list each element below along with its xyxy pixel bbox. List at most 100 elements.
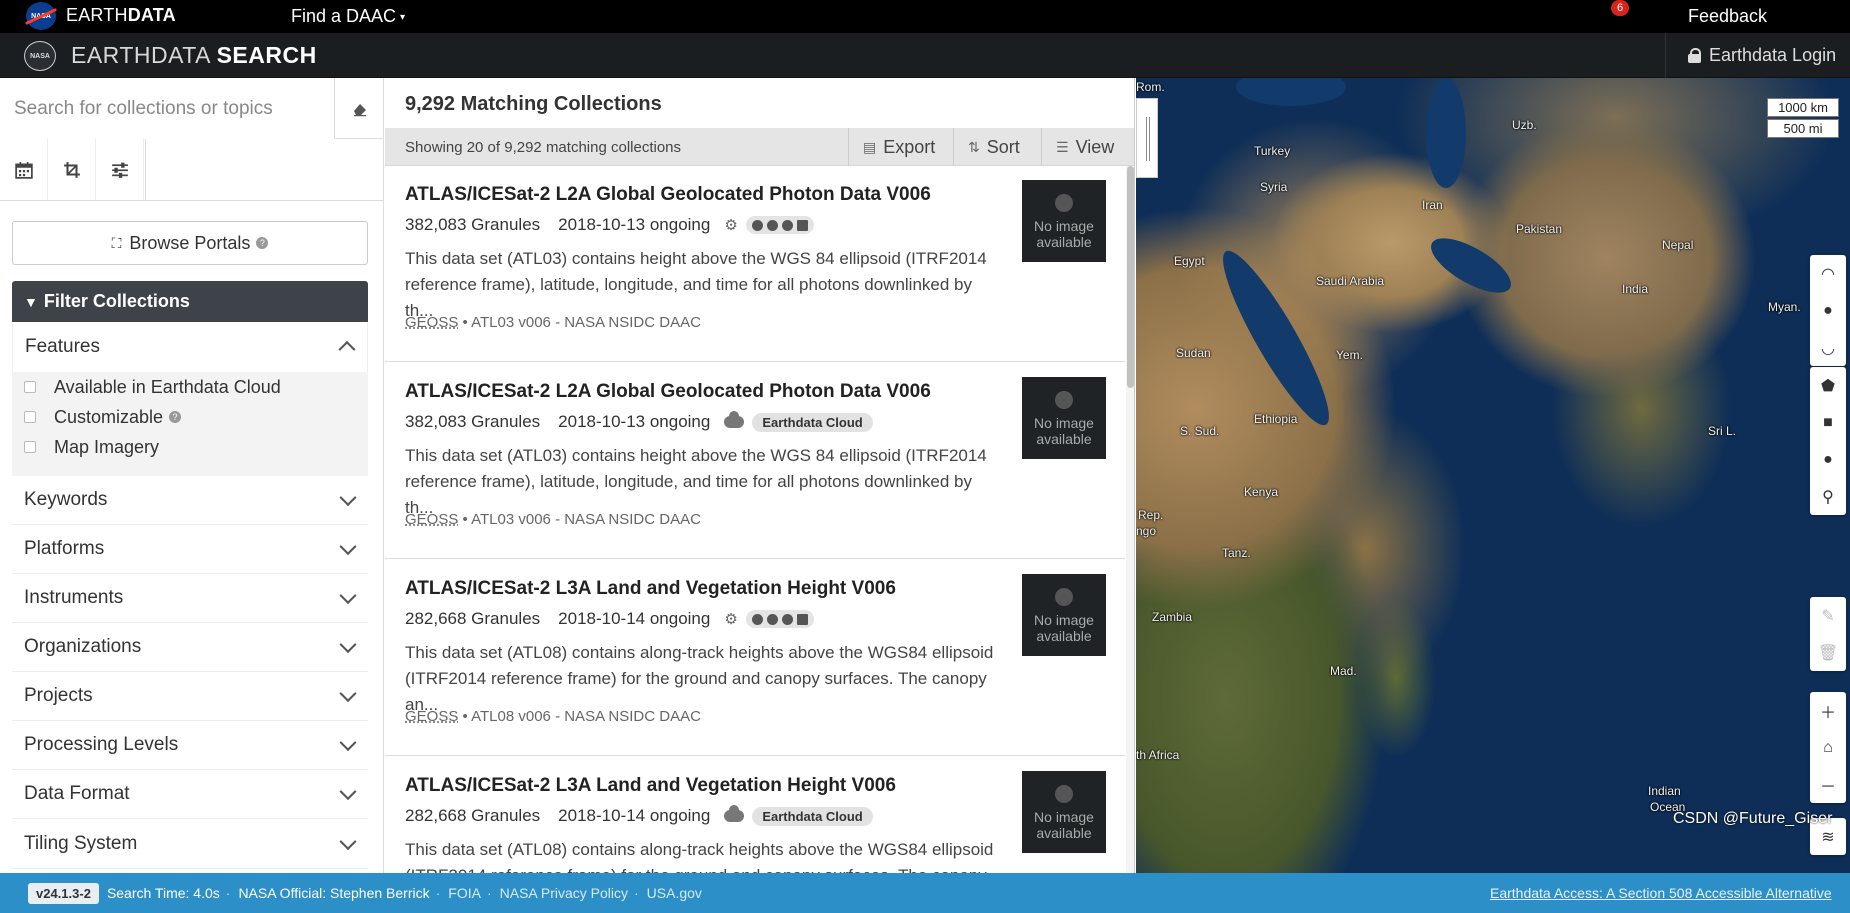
map-view[interactable]: Rom. Uzb. Turkey Syria Iran Pakistan Nep… [1136, 78, 1850, 873]
facet-projects[interactable]: Projects [12, 672, 368, 721]
app-title[interactable]: EARTHDATA SEARCH [71, 42, 317, 69]
collection-meta: 382,083 Granules 2018-10-13 ongoing ⚙ [405, 215, 814, 235]
collection-title[interactable]: ATLAS/ICESat-2 L3A Land and Vegetation H… [405, 775, 896, 797]
collection-footer: GEOSS • ATL08 v006 - NASA NSIDC DAAC [405, 708, 701, 725]
search-input[interactable] [0, 78, 335, 139]
file-icon [796, 219, 808, 231]
calendar-icon[interactable] [0, 139, 48, 200]
filter-collections-header: ▼ Filter Collections [12, 281, 368, 322]
circle-icon[interactable]: ● [1810, 441, 1846, 478]
earthdata-login-button[interactable]: Earthdata Login [1665, 33, 1850, 78]
eraser-icon[interactable] [336, 78, 383, 139]
help-icon[interactable]: ? [256, 237, 269, 249]
feature-map-imagery[interactable]: Map Imagery [24, 432, 159, 462]
zoom-in-icon[interactable]: ＋ [1810, 692, 1846, 729]
results-scrollbar[interactable] [1126, 166, 1134, 873]
geographic-globe-icon[interactable]: ● [1810, 292, 1846, 329]
map-marker-icon[interactable]: ⚲ [1810, 478, 1846, 515]
facet-instruments[interactable]: Instruments [12, 574, 368, 623]
facet-label: Instruments [24, 587, 124, 608]
panel-resize-handle[interactable] [1136, 98, 1158, 178]
facet-data-format[interactable]: Data Format [12, 770, 368, 819]
sliders-icon[interactable] [96, 139, 144, 200]
collection-title[interactable]: ATLAS/ICESat-2 L2A Global Geolocated Pho… [405, 184, 931, 206]
edit-controls: ✎ 🗑 [1810, 597, 1846, 671]
collection-thumbnail: No image available [1022, 771, 1106, 853]
chevron-down-icon [339, 783, 357, 801]
collection-card[interactable]: ATLAS/ICESat-2 L2A Global Geolocated Pho… [385, 166, 1125, 362]
caspian-sea [1426, 78, 1466, 188]
accessible-alternative-link[interactable]: Earthdata Access: A Section 508 Accessib… [1490, 885, 1832, 901]
watermark-text: CSDN @Future_Giser [1673, 810, 1833, 827]
globe-icon [1055, 391, 1073, 409]
trash-icon[interactable]: 🗑 [1810, 634, 1846, 671]
globe-icon [1055, 194, 1073, 212]
collection-thumbnail: No image available [1022, 377, 1106, 459]
scrollbar-thumb[interactable] [1127, 166, 1134, 388]
crop-icon[interactable] [48, 139, 96, 200]
facet-tiling-system[interactable]: Tiling System [12, 820, 368, 869]
facet-label: Organizations [24, 636, 142, 657]
foia-link[interactable]: FOIA [448, 885, 481, 901]
collection-description: This data set (ATL08) contains along-tra… [405, 840, 994, 873]
collection-source: • ATL03 v006 - NASA NSIDC DAAC [462, 314, 701, 331]
collection-footer: GEOSS • ATL03 v006 - NASA NSIDC DAAC [405, 511, 701, 528]
chevron-down-icon [339, 636, 357, 654]
map-label: Mad. [1330, 664, 1357, 678]
feedback-link[interactable]: Feedback [1688, 6, 1767, 27]
north-polar-icon[interactable]: ◠ [1810, 255, 1846, 292]
collection-card[interactable]: ATLAS/ICESat-2 L3A Land and Vegetation H… [385, 757, 1125, 873]
collection-title[interactable]: ATLAS/ICESat-2 L2A Global Geolocated Pho… [405, 381, 931, 403]
edit-icon[interactable]: ✎ [1810, 597, 1846, 634]
help-icon[interactable]: ? [169, 411, 182, 423]
usa-gov-link[interactable]: USA.gov [647, 885, 702, 901]
earthdata-brand[interactable]: EARTHDATA [66, 5, 176, 26]
brand-plain: EARTH [66, 5, 128, 25]
features-toggle[interactable]: Features [12, 322, 368, 372]
south-polar-icon[interactable]: ◡ [1810, 329, 1846, 366]
collection-title[interactable]: ATLAS/ICESat-2 L3A Land and Vegetation H… [405, 578, 896, 600]
facet-organizations[interactable]: Organizations [12, 623, 368, 672]
collection-footer: GEOSS • ATL03 v006 - NASA NSIDC DAAC [405, 314, 701, 331]
rectangle-icon[interactable]: ■ [1810, 404, 1846, 441]
facet-platforms[interactable]: Platforms [12, 525, 368, 574]
sort-button[interactable]: ⇅ Sort [953, 128, 1034, 166]
tags-icon [781, 219, 793, 231]
earthdata-cloud-badge: Earthdata Cloud [752, 806, 873, 826]
feature-customizable[interactable]: Customizable? [24, 402, 182, 432]
file-icon [796, 613, 808, 625]
collection-thumbnail: No image available [1022, 180, 1106, 262]
feature-earthdata-cloud[interactable]: Available in Earthdata Cloud [24, 372, 281, 402]
privacy-policy-link[interactable]: NASA Privacy Policy [500, 885, 628, 901]
map-label: Tanz. [1222, 546, 1251, 560]
zoom-out-icon[interactable]: － [1810, 766, 1846, 803]
nasa-meatball-icon[interactable]: NASA [24, 41, 56, 71]
tags-icon [781, 613, 793, 625]
map-label: Sri L. [1708, 424, 1737, 438]
lock-icon [1688, 48, 1701, 63]
sitemap-icon: ⛶ [111, 234, 122, 251]
view-button[interactable]: ☰ View [1041, 128, 1128, 166]
checkbox[interactable] [24, 411, 36, 423]
checkbox[interactable] [24, 441, 36, 453]
feature-label: Map Imagery [54, 436, 160, 457]
collection-card[interactable]: ATLAS/ICESat-2 L3A Land and Vegetation H… [385, 560, 1125, 756]
collection-card[interactable]: ATLAS/ICESat-2 L2A Global Geolocated Pho… [385, 363, 1125, 559]
map-label: th Africa [1136, 748, 1180, 762]
notification-badge[interactable]: 6 [1611, 0, 1629, 16]
red-sea [1208, 241, 1344, 435]
collection-source: • ATL08 v006 - NASA NSIDC DAAC [462, 708, 701, 725]
export-button[interactable]: ▤ Export [848, 128, 949, 166]
checkbox[interactable] [24, 381, 36, 393]
map-label: ngo [1136, 524, 1157, 538]
nasa-logo[interactable]: NASA [26, 2, 56, 30]
polygon-icon[interactable]: ⬟ [1810, 367, 1846, 404]
facet-keywords[interactable]: Keywords [12, 476, 368, 525]
facet-processing-levels[interactable]: Processing Levels [12, 721, 368, 770]
capabilities-pill [745, 610, 814, 628]
export-label: Export [883, 136, 936, 157]
find-daac-menu[interactable]: Find a DAAC ▾ [291, 6, 405, 27]
map-label: Iran [1422, 198, 1443, 212]
browse-portals-button[interactable]: ⛶ Browse Portals ? [12, 221, 368, 265]
home-icon[interactable]: ⌂ [1810, 729, 1846, 766]
